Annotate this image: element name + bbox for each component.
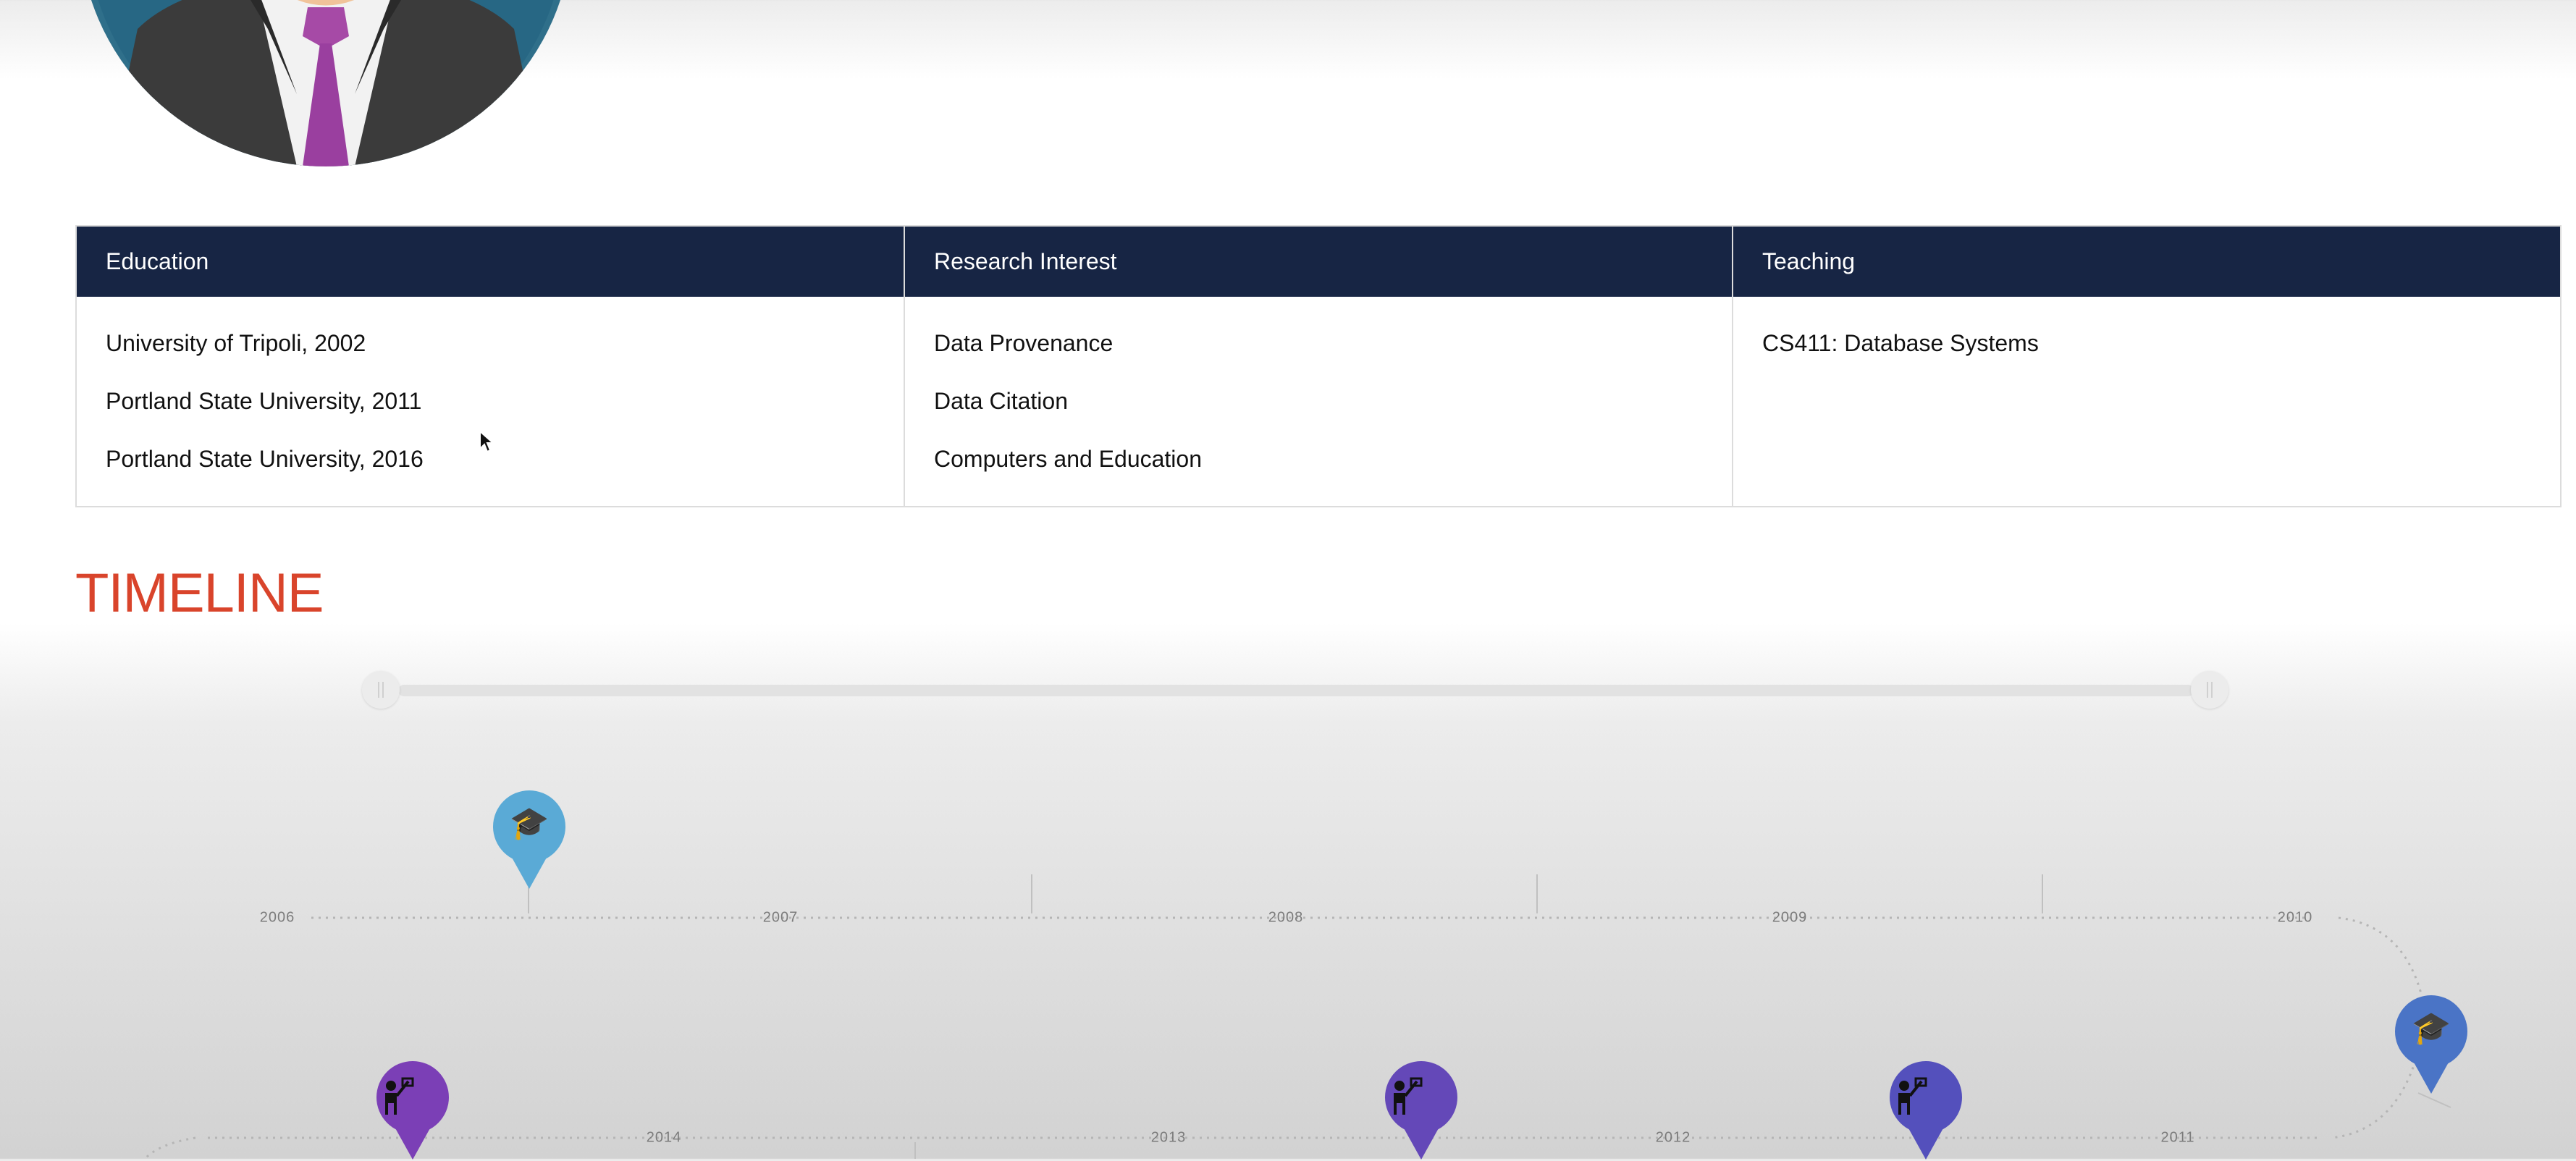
timeline-marker-teaching[interactable]: [1888, 1060, 1963, 1161]
year-label-2010: 2010: [2277, 909, 2313, 926]
timeline-marker-teaching[interactable]: [1384, 1060, 1459, 1161]
timeline-marker-teaching[interactable]: [375, 1060, 450, 1161]
timeline-path: [143, 874, 2451, 1159]
year-label-2007: 2007: [762, 909, 799, 926]
timeline-marker-graduation[interactable]: 🎓: [2394, 994, 2469, 1095]
year-label-2009: 2009: [1772, 909, 1808, 926]
teacher-icon: [1384, 1073, 1459, 1116]
teacher-icon: [375, 1073, 450, 1116]
graduation-cap-icon: 🎓: [509, 806, 550, 841]
timeline-marker-graduation[interactable]: 🎓: [492, 789, 567, 890]
year-label-2013: 2013: [1150, 1129, 1187, 1146]
year-label-2012: 2012: [1655, 1129, 1691, 1146]
teacher-icon: [1888, 1073, 1963, 1116]
graduation-cap-icon: 🎓: [2411, 1010, 2451, 1046]
year-label-2008: 2008: [1268, 909, 1304, 926]
year-label-2006: 2006: [259, 909, 295, 926]
year-label-2014: 2014: [646, 1129, 682, 1146]
year-label-2011: 2011: [2160, 1129, 2195, 1146]
